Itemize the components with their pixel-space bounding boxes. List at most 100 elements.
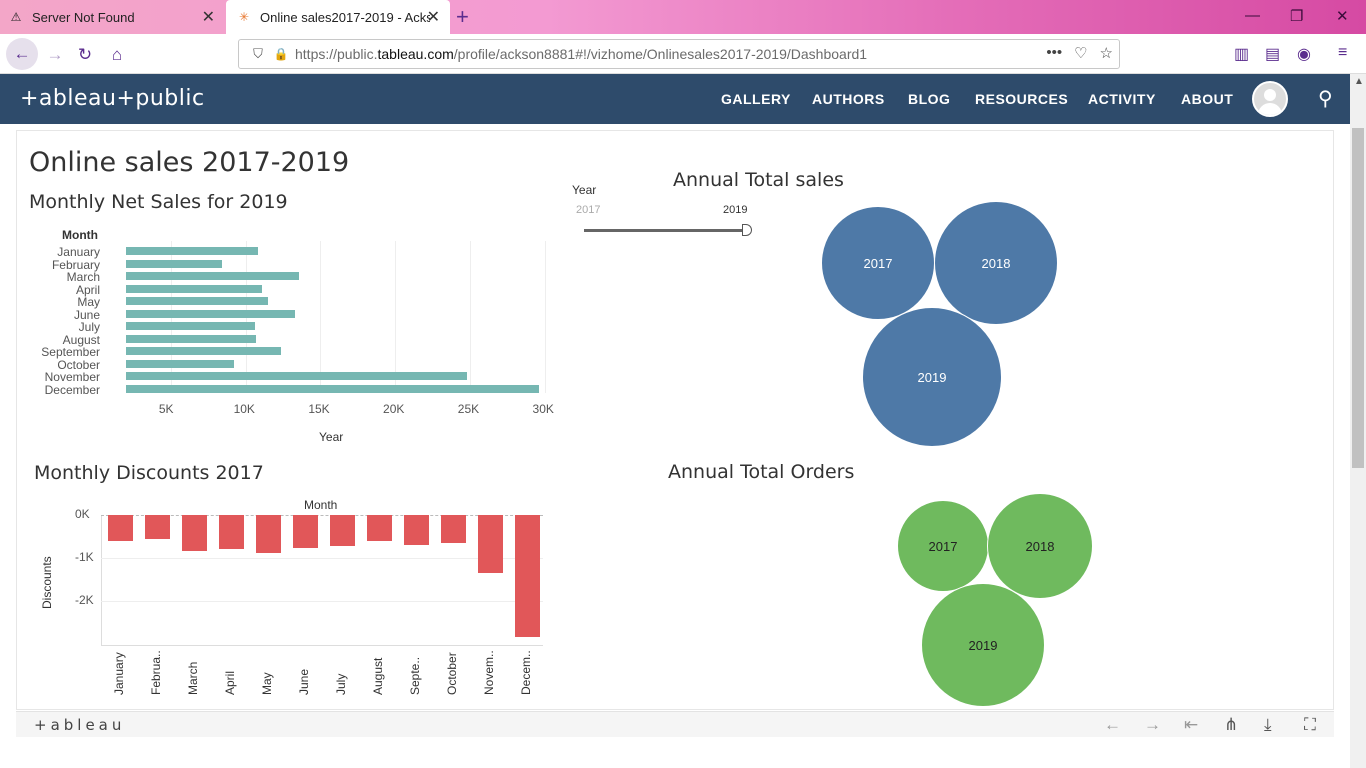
discounts-gridline <box>101 557 543 559</box>
download-icon[interactable]: ⤓ <box>1264 715 1272 735</box>
tableau-icon: ✳ <box>238 10 250 24</box>
net-sales-bar[interactable] <box>126 259 222 268</box>
menu-icon[interactable]: ≡ <box>1338 44 1347 62</box>
back-button[interactable]: ← <box>6 38 38 70</box>
reload-button[interactable]: ↻ <box>72 42 98 68</box>
scrollbar-thumb[interactable] <box>1352 128 1364 468</box>
orders-bubble-2019[interactable]: 2019 <box>921 583 1045 707</box>
discounts-y-tick: -1K <box>75 549 94 564</box>
orders-bubble-2018[interactable]: 2018 <box>987 493 1093 599</box>
sales-bubble-2018[interactable]: 2018 <box>934 201 1058 325</box>
discounts-y-axis <box>101 515 102 645</box>
discounts-month-label: March <box>186 661 200 695</box>
net-sales-x-tick: 15K <box>308 402 330 416</box>
nav-authors[interactable]: AUTHORS <box>812 91 885 107</box>
tab-online-sales[interactable]: ✳ Online sales2017-2019 - Ackson ✕ <box>226 0 450 34</box>
discounts-bar[interactable] <box>330 515 355 547</box>
lock-icon[interactable]: 🔒 <box>271 47 291 61</box>
discounts-month-label: June <box>297 668 311 695</box>
discounts-bar[interactable] <box>256 515 281 553</box>
net-sales-bar[interactable] <box>126 247 258 255</box>
year-slider-handle[interactable] <box>742 224 752 236</box>
net-sales-bar[interactable] <box>126 272 300 280</box>
net-sales-bar[interactable] <box>126 297 268 305</box>
close-icon[interactable]: ✕ <box>427 7 440 27</box>
net-sales-month-label: February <box>51 257 100 272</box>
share-icon[interactable]: ⋔ <box>1224 715 1238 735</box>
avatar[interactable] <box>1252 81 1288 117</box>
net-sales-month-label: September <box>41 345 100 359</box>
discounts-x-axis <box>101 645 543 646</box>
sales-bubble-2017[interactable]: 2017 <box>821 206 935 320</box>
discounts-bar[interactable] <box>367 515 392 541</box>
page-scrollbar[interactable]: ▲ <box>1350 74 1366 768</box>
library-icon[interactable]: ▥ <box>1234 44 1249 64</box>
more-actions-icon[interactable]: ••• <box>1046 44 1062 62</box>
search-icon[interactable]: ⚲ <box>1318 86 1333 111</box>
redo-icon[interactable]: → <box>1144 715 1161 735</box>
year-slider-track[interactable] <box>584 229 744 232</box>
discounts-bar[interactable] <box>515 515 540 637</box>
nav-resources[interactable]: RESOURCES <box>975 91 1068 107</box>
new-tab-button[interactable]: + <box>456 4 469 30</box>
net-sales-bar[interactable] <box>126 359 234 368</box>
orders-bubble-2017[interactable]: 2017 <box>897 500 989 592</box>
minimize-button[interactable]: — <box>1245 7 1260 24</box>
net-sales-bar[interactable] <box>126 284 263 293</box>
forward-button[interactable]: → <box>42 42 68 68</box>
nav-blog[interactable]: BLOG <box>908 91 950 107</box>
net-sales-bar[interactable] <box>126 384 539 393</box>
nav-activity[interactable]: ACTIVITY <box>1088 91 1156 107</box>
nav-about[interactable]: ABOUT <box>1181 91 1233 107</box>
fullscreen-icon[interactable]: ⛶ <box>1304 715 1316 735</box>
discounts-bar[interactable] <box>182 515 207 552</box>
tableau-footer-logo[interactable]: +ableau <box>34 716 125 734</box>
net-sales-month-label: June <box>73 307 100 322</box>
discounts-bar[interactable] <box>441 515 466 544</box>
discounts-month-label: Decem.. <box>519 650 533 695</box>
net-sales-bar[interactable] <box>126 372 467 380</box>
net-sales-bar[interactable] <box>126 334 257 343</box>
url-bar[interactable]: ⛉ 🔒 https://public.tableau.com/profile/a… <box>238 39 1120 69</box>
discounts-bar[interactable] <box>145 515 170 539</box>
sidebar-icon[interactable]: ▤ <box>1265 44 1280 64</box>
sales-bubble-2019[interactable]: 2019 <box>862 307 1002 447</box>
revert-icon[interactable]: ⇤ <box>1184 715 1198 735</box>
site-logo[interactable]: +ableau+public <box>20 86 205 111</box>
undo-icon[interactable]: ← <box>1104 715 1121 735</box>
discounts-bar[interactable] <box>108 515 133 541</box>
browser-tab-bar: ⚠ Server Not Found ✕ ✳ Online sales2017-… <box>0 0 1366 34</box>
nav-gallery[interactable]: GALLERY <box>721 91 791 107</box>
discounts-bar[interactable] <box>478 515 503 573</box>
discounts-bar[interactable] <box>293 515 318 548</box>
window-close-button[interactable]: ✕ <box>1336 7 1349 25</box>
bookmark-star-icon[interactable]: ☆ <box>1100 44 1113 62</box>
net-sales-month-label: April <box>75 282 100 297</box>
restore-button[interactable]: ❐ <box>1290 7 1303 25</box>
discounts-month-label: August <box>371 657 385 695</box>
discounts-month-label: Septe.. <box>408 656 422 695</box>
pocket-icon[interactable]: ♡ <box>1074 44 1087 62</box>
net-sales-bar[interactable] <box>126 322 255 330</box>
net-sales-month-label: January <box>57 245 100 259</box>
account-icon[interactable]: ◉ <box>1297 44 1311 64</box>
scroll-up-icon[interactable]: ▲ <box>1354 76 1364 87</box>
discounts-bar[interactable] <box>219 515 244 550</box>
discounts-month-label: October <box>445 652 459 695</box>
discounts-month-label: May <box>260 672 274 695</box>
net-sales-x-tick: 10K <box>233 402 255 416</box>
viz-toolbar: +ableau ← → ⇤ ⋔ ⤓ ⛶ <box>16 711 1334 737</box>
discounts-bar[interactable] <box>404 515 429 545</box>
close-icon[interactable]: ✕ <box>202 7 215 27</box>
net-sales-bar[interactable] <box>126 347 282 355</box>
net-sales-month-header: Month <box>62 228 98 242</box>
discounts-month-label: July <box>334 673 348 695</box>
net-sales-gridline <box>395 241 397 393</box>
shield-icon[interactable]: ⛉ <box>245 46 271 62</box>
tab-label: Online sales2017-2019 - Ackson <box>260 9 430 25</box>
net-sales-month-label: November <box>44 370 100 384</box>
net-sales-bar[interactable] <box>126 309 295 318</box>
tab-server-not-found[interactable]: ⚠ Server Not Found ✕ <box>0 0 225 34</box>
net-sales-month-label: October <box>57 357 100 372</box>
home-button[interactable]: ⌂ <box>104 42 130 68</box>
